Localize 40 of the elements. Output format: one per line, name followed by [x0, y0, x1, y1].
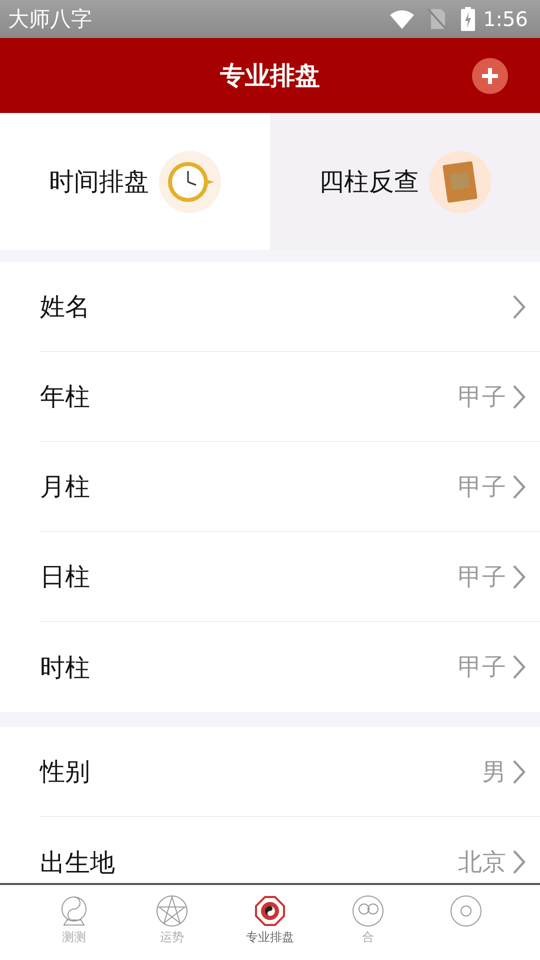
- bagua-icon[interactable]: [254, 895, 286, 927]
- nav-label[interactable]: 合: [362, 929, 374, 946]
- row-label: 年柱: [40, 381, 91, 413]
- row-value[interactable]: 男: [482, 756, 506, 788]
- row-label: 月柱: [40, 471, 91, 503]
- app-name: 大师八字: [8, 6, 93, 33]
- row-label: 出生地: [40, 846, 116, 878]
- row-value[interactable]: 甲子: [458, 470, 506, 502]
- pocket-watch-icon: [159, 150, 221, 212]
- chevron-icon: [512, 849, 526, 875]
- chevron-icon: [512, 654, 526, 680]
- row-value[interactable]: 甲子: [458, 560, 506, 592]
- chevron-icon: [512, 758, 526, 784]
- chevron-icon: [512, 384, 526, 410]
- chevron-icon: [512, 474, 526, 500]
- row-value[interactable]: 甲子: [458, 651, 506, 683]
- row-value[interactable]: 北京: [458, 846, 506, 878]
- row-label: 姓名: [40, 291, 91, 323]
- chevron-icon: [512, 564, 526, 590]
- wifi-icon: [389, 9, 416, 29]
- plus-icon: [481, 67, 499, 85]
- add-button[interactable]: [472, 58, 508, 94]
- row-value[interactable]: 甲子: [458, 380, 506, 412]
- clock-time: 1:56: [483, 7, 528, 31]
- row-label: 日柱: [40, 561, 91, 593]
- book-icon: [429, 150, 491, 212]
- people-icon[interactable]: [352, 895, 384, 927]
- nav-label[interactable]: 专业排盘: [246, 929, 294, 946]
- pentagram-icon[interactable]: [156, 895, 188, 927]
- nav-label[interactable]: 运势: [160, 929, 184, 946]
- row-label: 时柱: [40, 652, 91, 684]
- mode-tab[interactable]: 时间排盘: [0, 113, 270, 250]
- no-sim-icon: [427, 8, 448, 30]
- battery-icon: [461, 7, 476, 31]
- disc-icon[interactable]: [450, 895, 482, 927]
- row-label: 性别: [40, 756, 91, 788]
- header-title: 专业排盘: [220, 60, 320, 92]
- nav-label[interactable]: 测测: [62, 929, 86, 946]
- yin-yang-icon[interactable]: [59, 895, 89, 927]
- chevron-icon: [512, 294, 526, 320]
